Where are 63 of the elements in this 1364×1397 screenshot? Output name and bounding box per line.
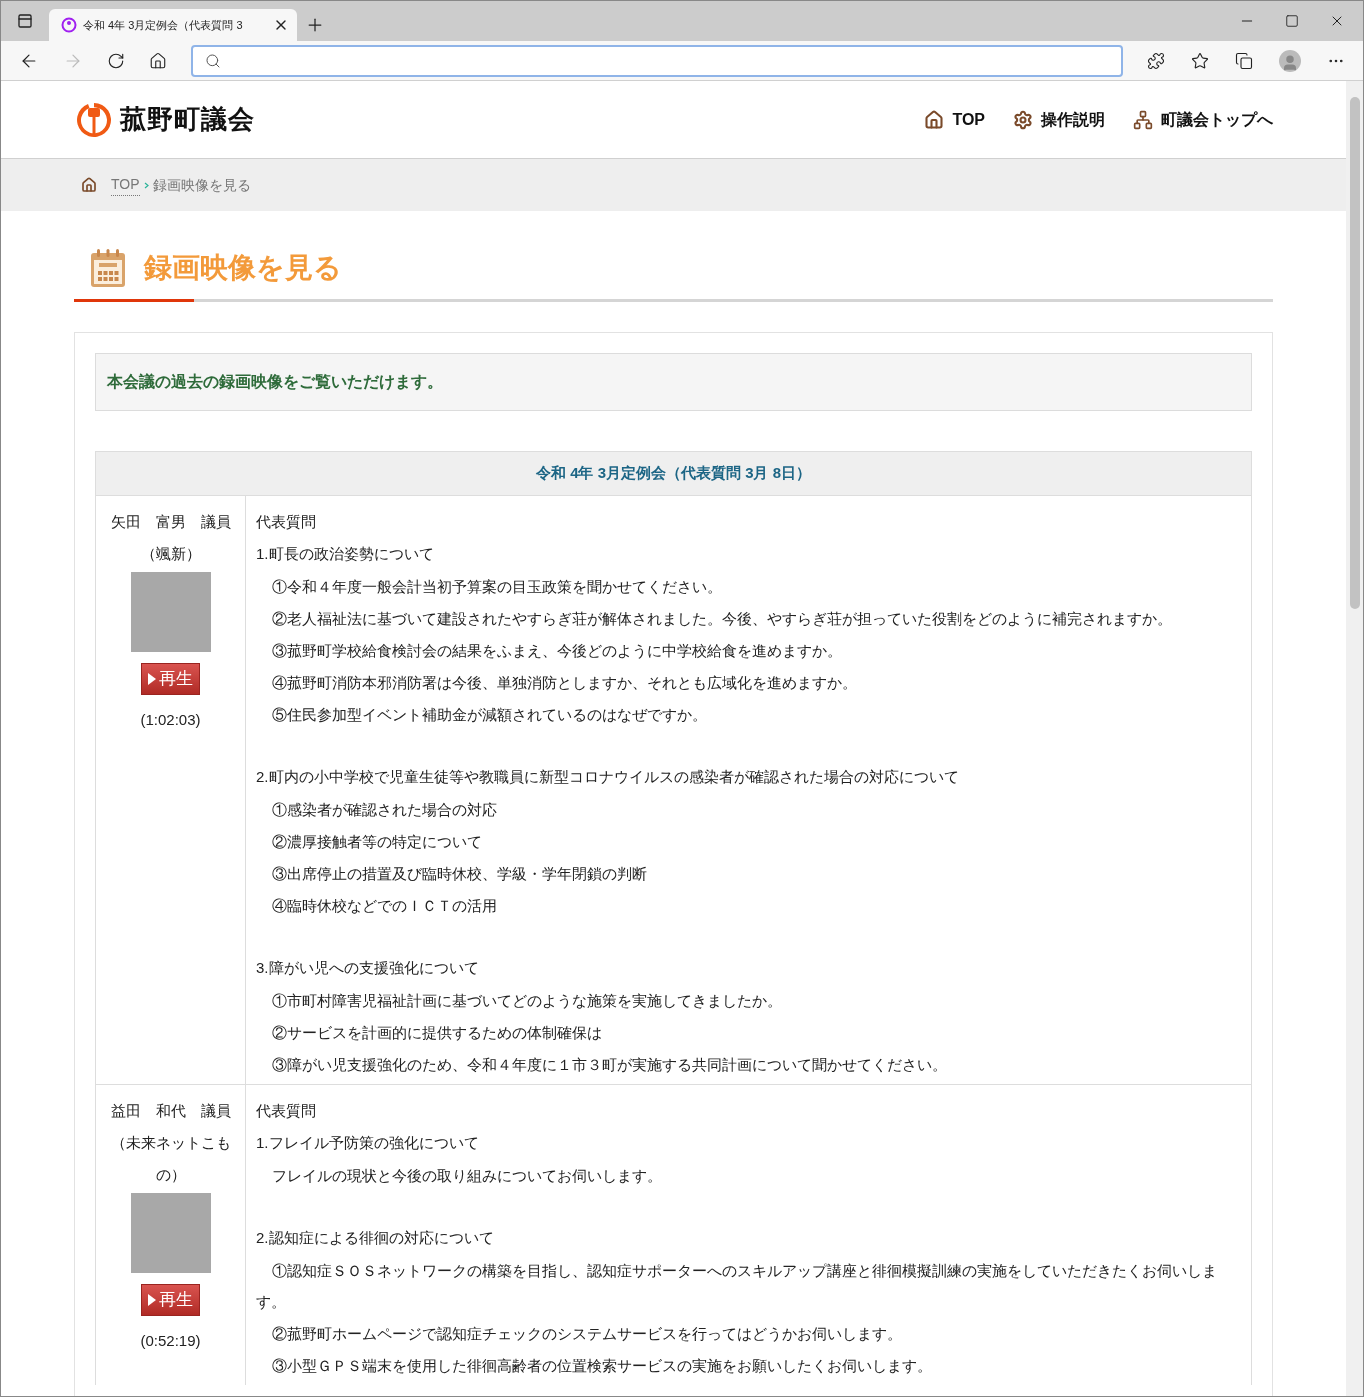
home-icon[interactable] <box>148 51 167 70</box>
tab-title: 令和 4年 3月定例会（代表質問 3 <box>83 17 243 33</box>
member-name: 益田 和代 議員 <box>110 1101 231 1121</box>
topic-title: 2.認知症による徘徊の対応について <box>256 1228 495 1248</box>
question-item: ③出席停止の措置及び臨時休校、学級・学年閉鎖の判断 <box>271 863 648 884</box>
play-label: 再生 <box>159 1289 193 1312</box>
play-button[interactable]: 再生 <box>141 1284 200 1316</box>
favorites-icon[interactable] <box>1191 51 1209 70</box>
member-party: （颯新） <box>140 544 201 564</box>
favicon-icon <box>61 17 77 33</box>
question-item: ②菰野町ホームページで認知症チェックのシステムサービスを行ってはどうかお伺いします。 <box>271 1323 903 1344</box>
page-title: 録画映像を見る <box>144 251 342 285</box>
profile-avatar[interactable] <box>1279 49 1301 72</box>
collections-icon[interactable] <box>1235 51 1253 70</box>
question-item: ④菰野町消防本邪消防署は今後、単独消防としますか、それとも広域化を進めますか。 <box>271 672 858 693</box>
home-icon <box>81 177 97 193</box>
chevron-icon <box>143 181 149 189</box>
topic-title: 2.町内の小中学校で児童生徒等や教職員に新型コロナウイルスの感染者が確認された場合の対応について <box>256 767 960 787</box>
question-heading: 代表質問 <box>256 512 317 532</box>
breadcrumb-current: 録画映像を見る <box>152 175 251 195</box>
home-icon <box>924 109 945 130</box>
question-item: ②濃厚接触者等の特定について <box>271 831 483 852</box>
play-icon <box>148 1294 156 1306</box>
nav-link[interactable]: 操作説明 <box>1013 107 1105 132</box>
question-item: ③菰野町学校給食検討会の結果をふまえ、今後どのように中学校給食を進めますか。 <box>271 640 843 661</box>
sitemap-icon <box>1133 109 1153 130</box>
member-name: 矢田 富男 議員 <box>110 512 231 532</box>
question-item: ①市町村障害児福祉計画に基づいてどのような施策を実施してきましたか。 <box>271 990 783 1011</box>
reload-icon[interactable] <box>106 51 125 70</box>
extensions-icon[interactable] <box>1147 51 1165 70</box>
nav-link[interactable]: TOP <box>924 107 985 132</box>
breadcrumb-link[interactable]: TOP <box>111 174 140 196</box>
tab-actions-icon[interactable] <box>17 13 33 29</box>
member-party: （未来ネットこもの） <box>109 1133 232 1185</box>
site-logo-text: 菰野町議会 <box>120 103 255 136</box>
question-item: ①令和４年度一般会計当初予算案の目玉政策を聞かせてください。 <box>271 576 723 597</box>
question-item: ①認知症ＳＯＳネットワークの構築を目指し、認知症サポーターへのスキルアップ講座と徘徊模擬訓練の実施をしていただきたくお伺いします。 <box>256 1260 1218 1312</box>
question-item: ①感染者が確認された場合の対応 <box>271 799 498 820</box>
maximize-icon[interactable] <box>1285 14 1299 28</box>
topic-title: 1.町長の政治姿勢について <box>256 544 435 564</box>
question-item: ③小型ＧＰＳ端末を使用した徘徊高齢者の位置検索サービスの実施をお願いしたくお伺いします。 <box>271 1355 933 1376</box>
intro-text: 本会議の過去の録画映像をご覧いただけます。 <box>107 372 443 392</box>
search-icon <box>204 52 221 69</box>
question-item: ④臨時休校などでのＩＣＴの活用 <box>271 895 498 916</box>
calendar-icon <box>90 248 126 288</box>
session-title: 令和 4年 3月定例会（代表質問 3月 8日） <box>535 463 811 484</box>
topic-title: 3.障がい児への支援強化について <box>256 958 480 978</box>
question-item: ⑤住民参加型イベント補助金が減額されているのはなぜですか。 <box>271 704 708 725</box>
play-label: 再生 <box>159 668 193 691</box>
browser-tab[interactable]: 令和 4年 3月定例会（代表質問 3 <box>49 9 297 41</box>
video-duration: (0:52:19) <box>140 1331 201 1351</box>
question-item: ②老人福祉法に基づいて建設されたやすらぎ荘が解体されました。今後、やすらぎ荘が担っていた役割をどのように補完されますか。 <box>271 608 1173 629</box>
question-item: ②サービスを計画的に提供するための体制確保は <box>271 1022 603 1043</box>
topic-title: 1.フレイル予防策の強化について <box>256 1133 480 1153</box>
scrollbar[interactable] <box>1346 81 1363 1396</box>
question-item: フレイルの現状と今後の取り組みについてお伺いします。 <box>271 1165 663 1186</box>
gear-icon <box>1013 109 1033 130</box>
play-icon <box>148 673 156 685</box>
play-button[interactable]: 再生 <box>141 663 200 695</box>
question-item: ③障がい児支援強化のため、令和４年度に１市３町が実施する共同計画について聞かせてください。 <box>271 1054 948 1075</box>
nav-link[interactable]: 町議会トップへ <box>1133 107 1273 132</box>
question-heading: 代表質問 <box>256 1101 317 1121</box>
video-duration: (1:02:03) <box>140 710 201 730</box>
